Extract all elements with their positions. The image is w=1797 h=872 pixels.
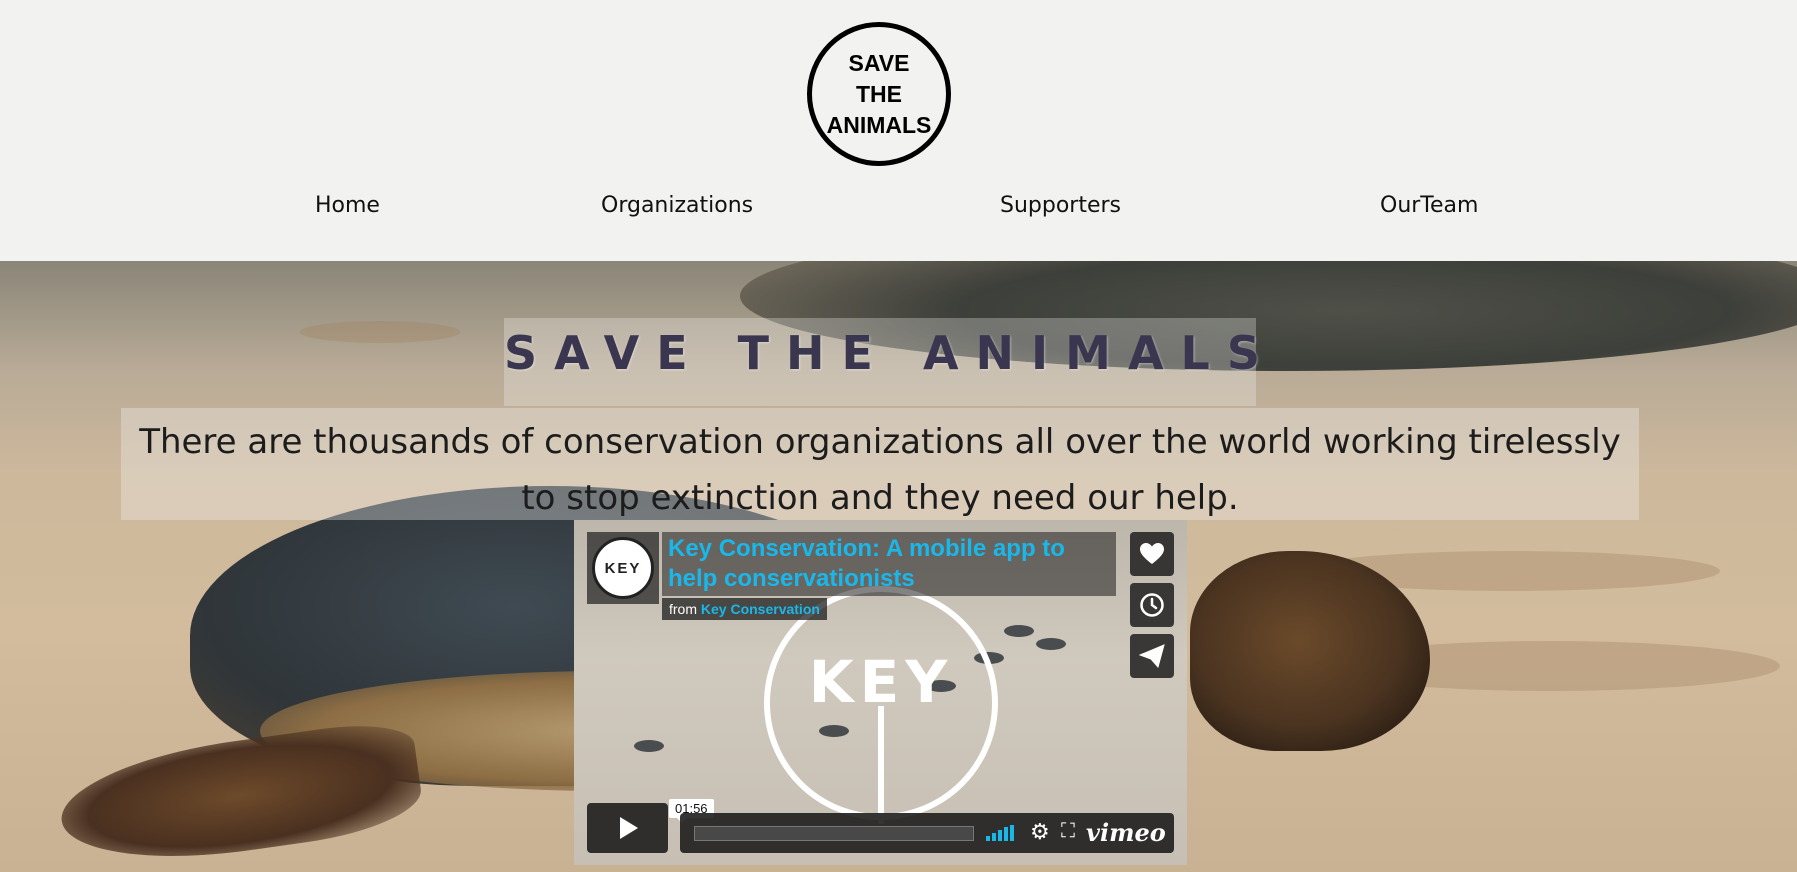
site-logo[interactable]: SAVE THE ANIMALS bbox=[807, 22, 951, 166]
volume-icon[interactable] bbox=[986, 825, 1018, 841]
video-control-bar: ⚙ ⛶ vimeo bbox=[680, 813, 1174, 853]
nav-home-link[interactable]: Home bbox=[315, 193, 380, 218]
heart-icon bbox=[1140, 543, 1164, 564]
logo-line-2: THE bbox=[856, 80, 902, 107]
fullscreen-icon[interactable]: ⛶ bbox=[1061, 820, 1075, 843]
video-progress-bar[interactable] bbox=[694, 826, 974, 841]
vimeo-logo[interactable]: vimeo bbox=[1086, 818, 1166, 847]
sand-ripple bbox=[300, 321, 460, 343]
video-author-link[interactable]: Key Conservation bbox=[701, 601, 820, 617]
logo-line-3: ANIMALS bbox=[826, 111, 932, 138]
gear-icon[interactable]: ⚙ bbox=[1030, 819, 1050, 845]
hero-tagline: There are thousands of conservation orga… bbox=[139, 422, 1621, 518]
channel-logo-text: KEY bbox=[604, 559, 642, 577]
paper-plane-icon bbox=[1139, 644, 1165, 668]
nav-our-team-link[interactable]: OurTeam bbox=[1380, 193, 1478, 218]
site-header: SAVE THE ANIMALS Home Organizations Supp… bbox=[0, 0, 1797, 261]
video-hatchling bbox=[634, 740, 664, 752]
channel-logo: KEY bbox=[592, 537, 654, 599]
video-byline: from Key Conservation bbox=[662, 598, 827, 620]
hero-title: SAVE THE ANIMALS bbox=[504, 326, 1277, 380]
share-button[interactable] bbox=[1130, 634, 1174, 678]
nav-supporters-link[interactable]: Supporters bbox=[1000, 193, 1121, 218]
video-key-logo-stem bbox=[878, 706, 884, 824]
video-title-link[interactable]: Key Conservation: A mobile app to help c… bbox=[668, 534, 1108, 594]
video-hatchling bbox=[1004, 625, 1034, 637]
page: SAVE THE ANIMALS Home Organizations Supp… bbox=[0, 0, 1797, 872]
like-button[interactable] bbox=[1130, 532, 1174, 576]
video-hatchling bbox=[1036, 638, 1066, 650]
play-icon bbox=[619, 817, 638, 839]
background-turtle-flipper bbox=[54, 716, 426, 872]
clock-icon bbox=[1140, 593, 1164, 617]
video-channel-avatar[interactable]: KEY bbox=[587, 532, 659, 604]
watch-later-button[interactable] bbox=[1130, 583, 1174, 627]
logo-line-1: SAVE bbox=[848, 49, 910, 76]
video-byline-label: from bbox=[669, 601, 697, 617]
video-player[interactable]: KEY KEY Key Conservation: A mobile app t… bbox=[574, 520, 1187, 865]
play-button[interactable] bbox=[587, 803, 668, 853]
nav-organizations-link[interactable]: Organizations bbox=[601, 193, 753, 218]
video-key-watermark: KEY bbox=[808, 648, 954, 716]
